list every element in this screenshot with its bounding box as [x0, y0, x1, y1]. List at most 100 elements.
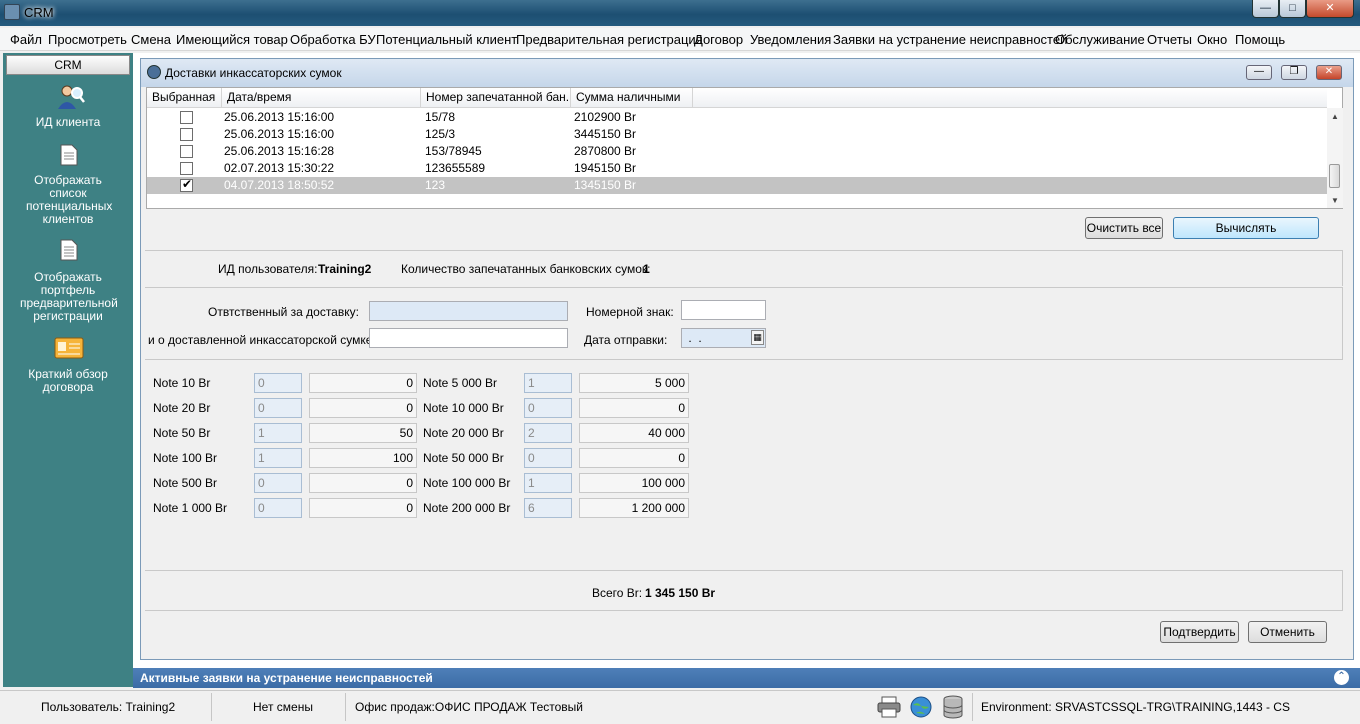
table-row[interactable]: 25.06.2013 15:16:00 15/78 2102900 Br — [147, 109, 1327, 126]
status-shift: Нет смены — [253, 700, 313, 714]
responsible-label: Отвтственный за доставку: — [208, 305, 359, 319]
row-amount: 1945150 Br — [574, 161, 637, 175]
row-checkbox[interactable] — [180, 162, 193, 175]
note-qty: 0 — [254, 398, 302, 418]
document-icon — [60, 144, 86, 170]
menu-window[interactable]: Окно — [1197, 32, 1227, 47]
grid-header-selected[interactable]: Выбранная — [147, 88, 222, 108]
bags-count-label: Количество запечатанных банковских сумок… — [401, 262, 651, 276]
minimize-button[interactable]: — — [1252, 0, 1279, 18]
user-id-label: ИД пользователя: — [218, 262, 318, 276]
grid-scrollbar[interactable]: ▲ ▼ — [1327, 108, 1343, 208]
cancel-button[interactable]: Отменить — [1248, 621, 1327, 643]
user-search-icon — [56, 83, 85, 109]
menu-view[interactable]: Просмотреть — [48, 32, 127, 47]
scroll-thumb[interactable] — [1329, 164, 1340, 188]
menu-file[interactable]: Файл — [10, 32, 42, 47]
grid-header-datetime[interactable]: Дата/время — [222, 88, 421, 108]
calendar-icon[interactable]: ▦ — [751, 330, 764, 345]
note-qty: 1 — [254, 448, 302, 468]
sidebar-item-client-id[interactable]: ИД клиента — [3, 116, 133, 129]
maximize-button[interactable]: □ — [1279, 0, 1306, 18]
clear-all-button[interactable]: Очистить все — [1085, 217, 1163, 239]
note-sum: 0 — [579, 398, 689, 418]
status-user: Пользователь: Training2 — [41, 700, 176, 714]
delivery-window-caption: Доставки инкассаторских сумок — ❐ ✕ — [141, 59, 1353, 87]
sidebar-item-label: Краткий обзор договора — [28, 367, 108, 394]
child-restore-button[interactable]: ❐ — [1281, 65, 1307, 80]
network-globe-icon[interactable] — [909, 695, 933, 719]
row-datetime: 02.07.2013 15:30:22 — [224, 161, 335, 175]
trouble-tickets-panel-header[interactable]: Активные заявки на устранение неисправно… — [133, 668, 1360, 688]
menu-service[interactable]: Обслуживание — [1055, 32, 1145, 47]
row-checkbox[interactable] — [180, 111, 193, 124]
note-label: Note 50 Br — [153, 426, 211, 440]
note-label: Note 1 000 Br — [153, 501, 228, 515]
note-label: Note 5 000 Br — [423, 376, 498, 390]
table-row[interactable]: 02.07.2013 15:30:22 123655589 1945150 Br — [147, 160, 1327, 177]
trouble-tickets-panel-title: Активные заявки на устранение неисправно… — [140, 671, 433, 685]
table-row-selected[interactable]: 04.07.2013 18:50:52 123 1345150 Br — [147, 177, 1327, 194]
menu-potential-client[interactable]: Потенциальный клиент — [376, 32, 517, 47]
app-title: CRM — [24, 5, 54, 20]
contract-card-icon — [54, 336, 84, 362]
menu-trouble-tickets[interactable]: Заявки на устранение неисправностей — [833, 32, 1067, 47]
row-checkbox[interactable] — [180, 145, 193, 158]
note-sum: 50 — [309, 423, 417, 443]
document-list-icon — [60, 239, 86, 265]
menu-inventory[interactable]: Имеющийся товар — [176, 32, 288, 47]
grid-header-cash-amount[interactable]: Сумма наличными — [571, 88, 693, 108]
info-panel: ИД пользователя: Training2 Количество за… — [145, 250, 1343, 286]
bags-count-value: 1 — [643, 262, 650, 276]
plate-input[interactable] — [681, 300, 766, 320]
note-label: Note 20 000 Br — [423, 426, 504, 440]
sidebar-header[interactable]: CRM — [6, 55, 130, 75]
child-close-button[interactable]: ✕ — [1316, 65, 1342, 80]
scroll-down-icon[interactable]: ▼ — [1331, 196, 1339, 205]
window-icon — [147, 65, 161, 79]
table-row[interactable]: 25.06.2013 15:16:28 153/78945 2870800 Br — [147, 143, 1327, 160]
total-label: Всего Br: — [592, 586, 643, 600]
row-checkbox[interactable] — [180, 177, 193, 192]
status-environment: Environment: SRVASTCSSQL-TRG\TRAINING,14… — [981, 700, 1290, 714]
note-label: Note 50 000 Br — [423, 451, 504, 465]
menu-preregistration[interactable]: Предварительная регистрация — [516, 32, 703, 47]
send-date-label: Дата отправки: — [584, 333, 668, 347]
responsible-input[interactable] — [369, 301, 568, 321]
grid-header-filler — [693, 88, 1327, 108]
row-datetime: 04.07.2013 18:50:52 — [224, 178, 335, 192]
menu-help[interactable]: Помощь — [1235, 32, 1285, 47]
collapse-icon[interactable]: ⌃ — [1334, 670, 1349, 685]
note-sum: 0 — [309, 398, 417, 418]
app-icon — [4, 4, 20, 20]
row-amount: 2102900 Br — [574, 110, 637, 124]
menu-notifications[interactable]: Уведомления — [750, 32, 831, 47]
printer-icon[interactable] — [877, 696, 901, 718]
note-input[interactable] — [369, 328, 568, 348]
menu-contract[interactable]: Договор — [694, 32, 743, 47]
note-sum: 100 000 — [579, 473, 689, 493]
menu-reports[interactable]: Отчеты — [1147, 32, 1192, 47]
calculate-button[interactable]: Вычислять — [1173, 217, 1319, 239]
grid-header-bag-number[interactable]: Номер запечатанной бан... — [421, 88, 571, 108]
menu-bu-processing[interactable]: Обработка БУ — [290, 32, 376, 47]
child-minimize-button[interactable]: — — [1246, 65, 1272, 80]
note-qty: 0 — [524, 448, 572, 468]
note-qty: 0 — [254, 473, 302, 493]
row-bag-number: 15/78 — [425, 110, 456, 124]
database-icon[interactable] — [942, 695, 964, 719]
sidebar-item-potential-clients[interactable]: Отображать список потенциальных клиентов — [3, 174, 133, 226]
sidebar-item-label: Отображать список потенциальных клиентов — [26, 173, 113, 226]
table-row[interactable]: 25.06.2013 15:16:00 125/3 3445150 Br — [147, 126, 1327, 143]
close-button[interactable]: ✕ — [1306, 0, 1354, 18]
note-sum: 40 000 — [579, 423, 689, 443]
note-label: Note 10 Br — [153, 376, 211, 390]
menu-shift[interactable]: Смена — [131, 32, 171, 47]
note-label: Note 500 Br — [153, 476, 218, 490]
row-checkbox[interactable] — [180, 128, 193, 141]
scroll-up-icon[interactable]: ▲ — [1331, 112, 1339, 121]
confirm-button[interactable]: Подтвердить — [1160, 621, 1239, 643]
sidebar-item-preregistration-portfolio[interactable]: Отображать портфель предварительной реги… — [3, 271, 133, 323]
note-qty: 0 — [524, 398, 572, 418]
sidebar-item-contract-overview[interactable]: Краткий обзор договора — [3, 368, 133, 394]
